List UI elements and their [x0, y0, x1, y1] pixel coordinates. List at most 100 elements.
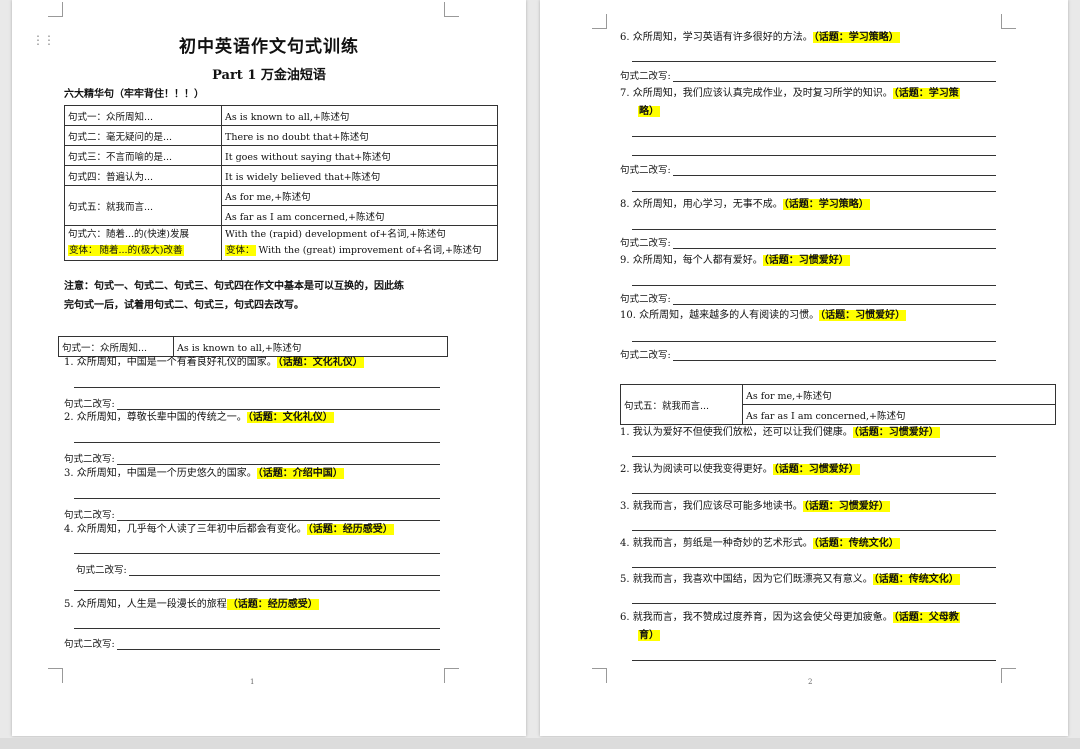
pattern-box: 句式一：众所周知... As is known to all,+陈述句	[58, 336, 448, 357]
pattern-value: As is known to all,+陈述句	[173, 336, 448, 357]
pattern-value: It is widely believed that+陈述句	[221, 165, 498, 186]
pattern-value: As for me,+陈述句	[221, 185, 498, 206]
crop-mark	[592, 14, 607, 29]
answer-line[interactable]	[632, 155, 996, 156]
rewrite-line[interactable]: 句式二改写:	[620, 162, 996, 176]
pattern-label: 句式一：众所周知...	[64, 105, 222, 126]
answer-line[interactable]	[74, 387, 440, 388]
crop-mark	[48, 2, 63, 17]
exercise-text: 4. 众所周知，几乎每个人读了三年初中后都会有变化。	[64, 524, 307, 535]
exercise-item: 3. 就我而言，我们应该尽可能多地读书。（话题：习惯爱好）	[620, 499, 890, 515]
exercise-text: 6. 众所周知，学习英语有许多很好的方法。	[620, 32, 813, 43]
rewrite-line[interactable]: 句式二改写:	[620, 235, 996, 249]
topic-tag: （话题：文化礼仪）	[276, 357, 364, 368]
rewrite-line[interactable]: 句式二改写:	[64, 507, 440, 521]
exercise-text: 2. 众所周知，尊敬长辈中国的传统之一。	[64, 412, 247, 423]
variant-text: With the (great) improvement of+名词,+陈述句	[255, 245, 482, 256]
pattern-label: 句式六：随着...的(快速)发展 变体： 随着...的(极大)改善	[64, 225, 222, 261]
topic-tag: （话题：传统文化）	[812, 538, 900, 549]
exercise-item: 6. 就我而言，我不赞成过度养育，因为这会使父母更加疲惫。（话题：父母教	[620, 610, 960, 626]
rewrite-line[interactable]: 句式二改写:	[64, 636, 440, 650]
exercise-item: 10. 众所周知，越来越多的人有阅读的习惯。（话题：习惯爱好）	[620, 308, 907, 324]
answer-line[interactable]	[74, 442, 440, 443]
answer-line[interactable]	[632, 229, 996, 230]
rewrite-label: 句式二改写:	[620, 165, 671, 176]
page-number: 1	[250, 678, 255, 686]
rewrite-label: 句式二改写:	[620, 294, 671, 305]
topic-tag: （话题：习惯爱好）	[852, 427, 940, 438]
rewrite-line[interactable]: 句式二改写:	[76, 562, 440, 576]
rewrite-label: 句式二改写:	[64, 510, 115, 521]
exercise-item: 6. 众所周知，学习英语有许多很好的方法。（话题：学习策略）	[620, 30, 900, 46]
crop-mark	[444, 668, 459, 683]
table-row: 句式四：普遍认为... It is widely believed that+陈…	[64, 165, 498, 186]
topic-tag: （话题：习惯爱好）	[762, 255, 850, 266]
exercise-item: 1. 众所周知，中国是一个有着良好礼仪的国家。（话题：文化礼仪）	[64, 355, 364, 371]
exercise-text: 2. 我认为阅读可以使我变得更好。	[620, 464, 773, 475]
answer-line[interactable]	[632, 61, 996, 62]
crop-mark	[1001, 14, 1016, 29]
table-row: 句式一：众所周知... As is known to all,+陈述句	[64, 105, 498, 126]
topic-tag: （话题：习惯爱好）	[819, 310, 907, 321]
exercise-text: 6. 就我而言，我不赞成过度养育，因为这会使父母更加疲惫。	[620, 612, 893, 623]
page-subtitle: Part 1 万金油短语	[212, 68, 326, 83]
answer-line[interactable]	[632, 603, 996, 604]
exercise-item: 2. 众所周知，尊敬长辈中国的传统之一。（话题：文化礼仪）	[64, 410, 334, 426]
table-row: 句式二：毫无疑问的是... There is no doubt that+陈述句	[64, 125, 498, 146]
answer-line[interactable]	[632, 660, 996, 661]
answer-line[interactable]	[74, 498, 440, 499]
pattern-value: As for me,+陈述句	[742, 384, 1056, 405]
topic-tag: 育）	[638, 630, 660, 641]
table-row: 句式五：就我而言... As for me,+陈述句	[64, 185, 498, 226]
rewrite-line[interactable]: 句式二改写:	[64, 451, 440, 465]
pattern-label: 句式五：就我而言...	[620, 384, 743, 425]
rewrite-label: 句式二改写:	[620, 71, 671, 82]
answer-line[interactable]	[632, 493, 996, 494]
rewrite-label: 句式二改写:	[64, 399, 115, 410]
exercise-text: 9. 众所周知，每个人都有爱好。	[620, 255, 763, 266]
answer-line[interactable]	[74, 590, 440, 591]
answer-line[interactable]	[632, 341, 996, 342]
pattern-value: As far as I am concerned,+陈述句	[742, 404, 1056, 425]
pattern-label: 句式五：就我而言...	[64, 185, 222, 226]
exercise-text: 3. 众所周知，中国是一个历史悠久的国家。	[64, 468, 257, 479]
table-row: 句式五：就我而言... As for me,+陈述句	[620, 384, 1056, 425]
table-row: 句式三：不言而喻的是... It goes without saying tha…	[64, 145, 498, 166]
exercise-item: 4. 众所周知，几乎每个人读了三年初中后都会有变化。（话题：经历感受）	[64, 522, 394, 538]
pattern-value-main: With the (rapid) development of+名词,+陈述句	[225, 229, 446, 240]
topic-tag: （话题：学习策略）	[812, 32, 900, 43]
patterns-table: 句式一：众所周知... As is known to all,+陈述句 句式二：…	[64, 105, 498, 261]
variant-text: 随着...的(极大)改善	[98, 245, 184, 256]
answer-line[interactable]	[632, 285, 996, 286]
rewrite-line[interactable]: 句式二改写:	[64, 396, 440, 410]
exercise-item: 5. 就我而言，我喜欢中国结，因为它们既漂亮又有意义。（话题：传统文化）	[620, 572, 960, 588]
answer-line[interactable]	[74, 628, 440, 629]
answer-line[interactable]	[74, 553, 440, 554]
topic-tag: （话题：习惯爱好）	[802, 501, 890, 512]
next-page-edge	[0, 738, 1080, 749]
note-line: 注意：句式一、句式二、句式三、句式四在作文中基本是可以互换的，因此练	[64, 281, 404, 292]
rewrite-line[interactable]: 句式二改写:	[620, 68, 996, 82]
exercise-item: 7. 众所周知，我们应该认真完成作业，及时复习所学的知识。（话题：学习策	[620, 86, 960, 102]
topic-tag: （话题：经历感受）	[226, 599, 319, 610]
crop-mark	[444, 2, 459, 17]
pattern-value-variant: 变体： With the (great) improvement of+名词,+…	[225, 243, 494, 259]
answer-line[interactable]	[632, 191, 996, 192]
exercise-item-continued: 育）	[638, 628, 660, 644]
exercise-text: 3. 就我而言，我们应该尽可能多地读书。	[620, 501, 803, 512]
exercise-text: 4. 就我而言，剪纸是一种奇妙的艺术形式。	[620, 538, 813, 549]
answer-line[interactable]	[632, 136, 996, 137]
exercise-item-continued: 略）	[638, 104, 660, 120]
answer-line[interactable]	[632, 530, 996, 531]
rewrite-label: 句式二改写:	[64, 454, 115, 465]
pattern-label: 句式三：不言而喻的是...	[64, 145, 222, 166]
rewrite-line[interactable]: 句式二改写:	[620, 347, 996, 361]
topic-tag: （话题：传统文化）	[872, 574, 960, 585]
pattern-value: As is known to all,+陈述句	[221, 105, 498, 126]
topic-tag: （话题：习惯爱好）	[772, 464, 860, 475]
pattern-value: As far as I am concerned,+陈述句	[221, 205, 498, 226]
topic-tag: （话题：父母教	[892, 612, 960, 623]
answer-line[interactable]	[632, 456, 996, 457]
rewrite-line[interactable]: 句式二改写:	[620, 291, 996, 305]
answer-line[interactable]	[632, 567, 996, 568]
